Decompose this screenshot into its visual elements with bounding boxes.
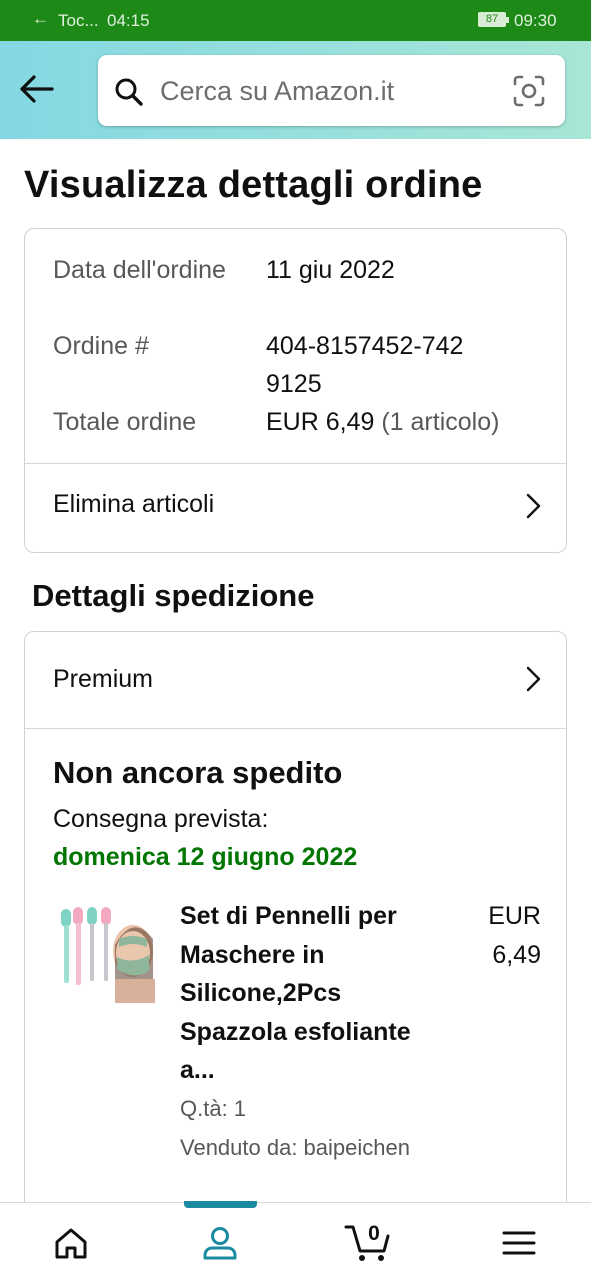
shipping-speed-label: Premium — [53, 665, 154, 693]
header — [0, 41, 591, 139]
order-number-label: Ordine # — [53, 332, 149, 360]
account-icon — [203, 1227, 237, 1260]
status-clock: 09:30 — [514, 11, 557, 30]
delete-items-label: Elimina articoli — [53, 490, 215, 518]
page-title: Visualizza dettagli ordine — [24, 164, 483, 206]
shipment-status: Non ancora spedito — [53, 755, 343, 790]
cart-count: 0 — [368, 1222, 380, 1245]
delivery-label: Consegna prevista: — [53, 805, 269, 833]
total-item-count: (1 articolo) — [381, 408, 500, 436]
battery-icon: 87 — [478, 12, 509, 27]
menu-icon — [502, 1231, 536, 1255]
product-seller: Venduto da: baipeichen — [180, 1135, 410, 1160]
product-title[interactable]: Set di Pennelli per Maschere in Silicone… — [180, 897, 440, 1090]
product-quantity: Q.tà: 1 — [180, 1096, 247, 1121]
total-amount: EUR 6,49 — [266, 408, 375, 436]
shipping-section-title: Dettagli spedizione — [32, 578, 315, 613]
tab-home[interactable] — [21, 1203, 121, 1281]
search-input[interactable] — [160, 73, 490, 109]
tab-cart[interactable]: 0 — [320, 1203, 420, 1281]
order-number-value: 404-8157452-7429125 — [266, 332, 464, 398]
status-left-time: 04:15 — [107, 11, 150, 30]
search-box[interactable] — [98, 55, 565, 126]
tab-account[interactable] — [170, 1203, 270, 1281]
product-price: EUR 6,49 — [488, 902, 541, 969]
home-icon — [55, 1228, 87, 1259]
chevron-right-icon — [526, 666, 541, 692]
product-image[interactable] — [53, 905, 159, 1003]
order-date-label: Data dell'ordine — [53, 256, 226, 284]
order-total-label: Totale ordine — [53, 408, 197, 436]
divider — [25, 728, 566, 729]
back-arrow-icon: ← — [32, 9, 49, 28]
status-app-label: Toc... — [58, 11, 99, 30]
search-icon — [115, 78, 143, 106]
bottom-tab-bar: 0 — [0, 1201, 591, 1281]
delete-items-row[interactable]: Elimina articoli — [25, 464, 566, 552]
tab-menu[interactable] — [469, 1203, 569, 1281]
chevron-right-icon — [526, 493, 541, 519]
status-bar: ← Toc... 04:15 87 09:30 — [0, 0, 591, 41]
shipping-card: Premium Non ancora spedito Consegna prev… — [24, 631, 567, 1251]
order-date-value: 11 giu 2022 — [266, 256, 395, 284]
order-summary-card: Data dell'ordine 11 giu 2022 Ordine # 40… — [24, 228, 567, 553]
delivery-date: domenica 12 giugno 2022 — [53, 843, 358, 871]
back-arrow-icon[interactable] — [18, 73, 54, 105]
shipping-speed-row[interactable]: Premium — [25, 632, 566, 728]
order-total-value: EUR 6,49 (1 articolo) — [266, 403, 499, 441]
camera-scan-icon[interactable] — [512, 74, 546, 108]
